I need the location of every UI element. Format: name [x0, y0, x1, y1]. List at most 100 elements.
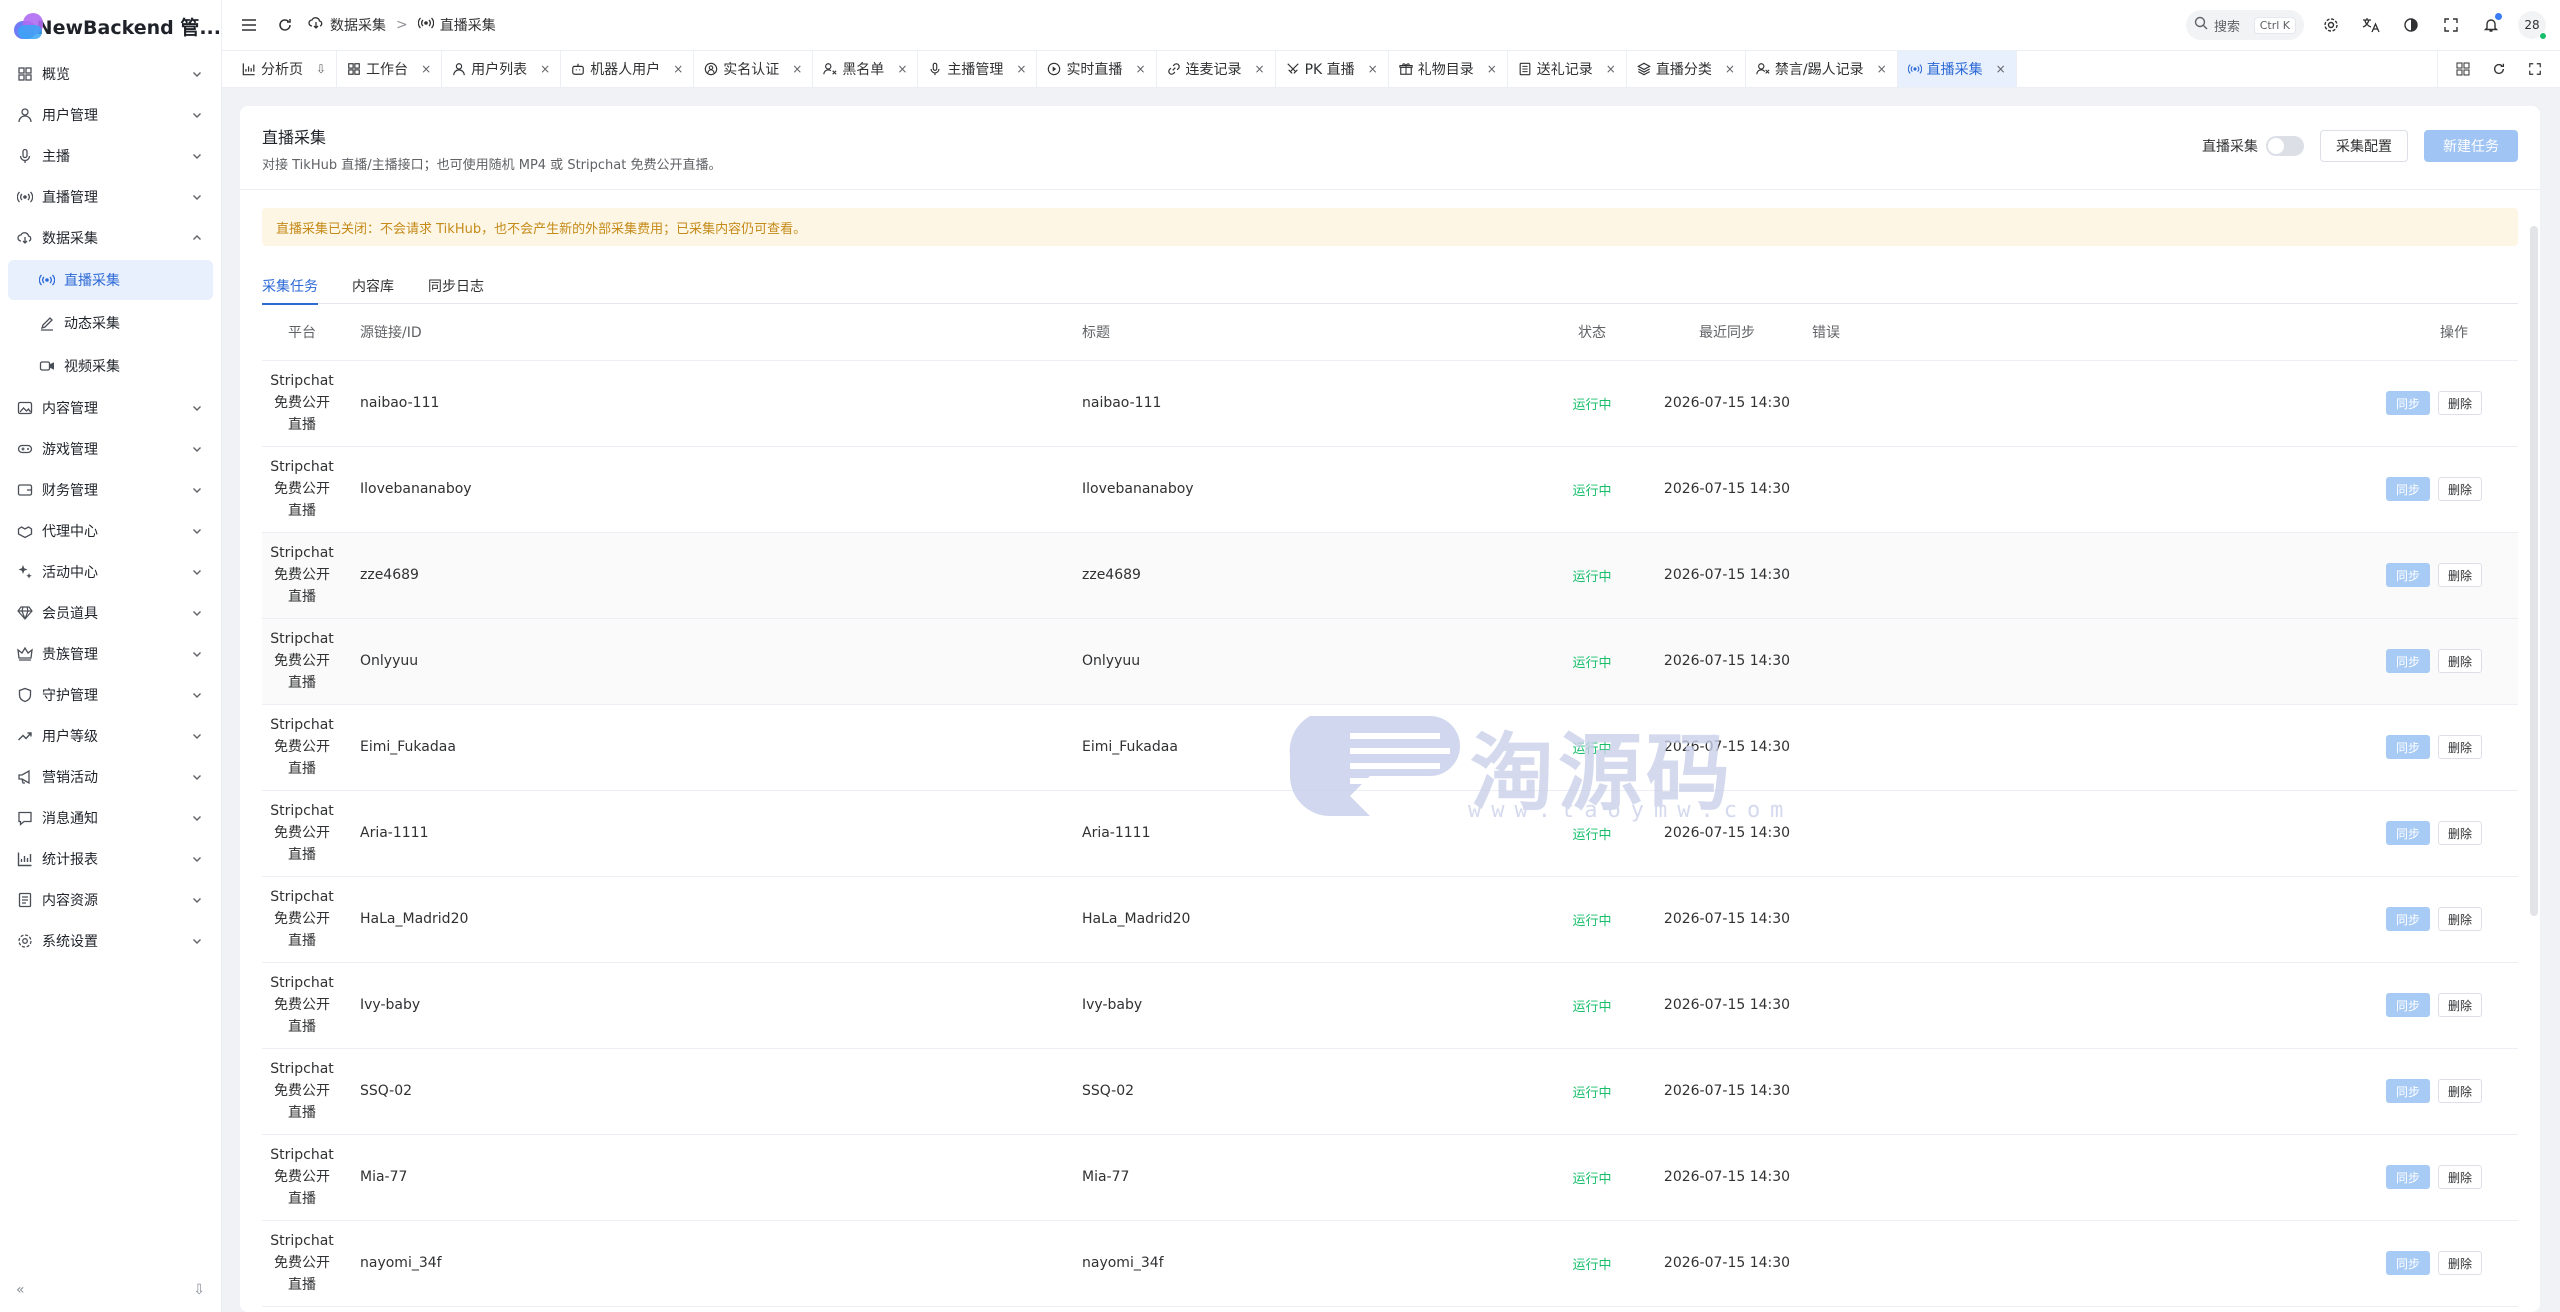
theme-icon[interactable]: [2398, 12, 2424, 38]
sidebar-item-2[interactable]: 主播: [8, 137, 213, 175]
sidebar-item-13[interactable]: 会员道具: [8, 594, 213, 632]
tab-collect-tasks[interactable]: 采集任务: [262, 268, 318, 305]
delete-button[interactable]: 删除: [2437, 735, 2482, 759]
breadcrumb-item-data-collect[interactable]: 数据采集: [330, 15, 386, 35]
open-tab-5[interactable]: 黑名单 ×: [813, 51, 919, 87]
sync-button[interactable]: 同步: [2385, 1251, 2430, 1275]
sidebar-item-6[interactable]: 动态采集: [8, 303, 213, 343]
cell-error: [1812, 618, 2112, 705]
tabs-maximize-icon[interactable]: [2522, 56, 2548, 82]
sidebar-item-4[interactable]: 数据采集: [8, 219, 213, 257]
sidebar-item-11[interactable]: 代理中心: [8, 512, 213, 550]
delete-button[interactable]: 删除: [2437, 1165, 2482, 1189]
open-tab-14[interactable]: 直播采集 ×: [1897, 51, 2017, 87]
open-tab-7[interactable]: 实时直播 ×: [1037, 51, 1157, 87]
open-tab-2[interactable]: 用户列表 ×: [442, 51, 562, 87]
collapse-sidebar-icon[interactable]: «: [16, 1282, 25, 1298]
sync-button[interactable]: 同步: [2385, 391, 2430, 415]
tab-content-library[interactable]: 内容库: [352, 268, 394, 304]
close-icon[interactable]: ×: [1996, 62, 2006, 76]
sidebar-item-21[interactable]: 系统设置: [8, 922, 213, 960]
delete-button[interactable]: 删除: [2437, 1251, 2482, 1275]
close-icon[interactable]: ×: [1135, 62, 1145, 76]
open-tab-6[interactable]: 主播管理 ×: [918, 51, 1038, 87]
tab-sync-log[interactable]: 同步日志: [428, 268, 484, 304]
tabs-refresh-icon[interactable]: [2486, 56, 2512, 82]
collect-config-button[interactable]: 采集配置: [2320, 130, 2408, 162]
delete-button[interactable]: 删除: [2437, 477, 2482, 501]
header-actions: 搜索 Ctrl K 28: [2186, 10, 2547, 40]
close-icon[interactable]: ×: [540, 62, 550, 76]
close-icon[interactable]: ×: [897, 62, 907, 76]
sidebar-item-20[interactable]: 内容资源: [8, 881, 213, 919]
notification-bell-icon[interactable]: [2478, 12, 2504, 38]
sidebar-item-3[interactable]: 直播管理: [8, 178, 213, 216]
open-tab-11[interactable]: 送礼记录 ×: [1508, 51, 1627, 87]
pin-sidebar-icon[interactable]: ⇩: [193, 1282, 205, 1298]
open-tab-9[interactable]: PK 直播 ×: [1276, 51, 1389, 87]
sidebar-item-1[interactable]: 用户管理: [8, 96, 213, 134]
open-tab-0[interactable]: 分析页 ⇩: [232, 51, 338, 87]
translate-icon[interactable]: [2358, 12, 2384, 38]
collect-toggle[interactable]: [2266, 136, 2304, 156]
global-search[interactable]: 搜索 Ctrl K: [2186, 10, 2304, 40]
delete-button[interactable]: 删除: [2437, 391, 2482, 415]
delete-button[interactable]: 删除: [2437, 1079, 2482, 1103]
sidebar-item-10[interactable]: 财务管理: [8, 471, 213, 509]
menu-toggle-icon[interactable]: [236, 12, 262, 38]
sidebar-item-12[interactable]: 活动中心: [8, 553, 213, 591]
new-task-button[interactable]: 新建任务: [2424, 130, 2518, 162]
close-icon[interactable]: ×: [1255, 62, 1265, 76]
sidebar-item-7[interactable]: 视频采集: [8, 346, 213, 386]
sync-button[interactable]: 同步: [2385, 1079, 2430, 1103]
open-tab-3[interactable]: 机器人用户 ×: [561, 51, 695, 87]
sidebar-item-8[interactable]: 内容管理: [8, 389, 213, 427]
sidebar-item-19[interactable]: 统计报表: [8, 840, 213, 878]
settings-icon[interactable]: [2318, 12, 2344, 38]
delete-button[interactable]: 删除: [2437, 563, 2482, 587]
delete-button[interactable]: 删除: [2437, 907, 2482, 931]
close-icon[interactable]: ×: [1368, 62, 1378, 76]
sync-button[interactable]: 同步: [2385, 563, 2430, 587]
refresh-icon[interactable]: [272, 12, 298, 38]
close-icon[interactable]: ×: [792, 62, 802, 76]
content-scrollbar[interactable]: [2530, 226, 2538, 916]
close-icon[interactable]: ×: [1606, 62, 1616, 76]
sync-button[interactable]: 同步: [2385, 649, 2430, 673]
sync-button[interactable]: 同步: [2385, 907, 2430, 931]
close-icon[interactable]: ×: [1016, 62, 1026, 76]
open-tab-1[interactable]: 工作台 ×: [337, 51, 443, 87]
open-tab-10[interactable]: 礼物目录 ×: [1389, 51, 1508, 87]
open-tab-8[interactable]: 连麦记录 ×: [1157, 51, 1276, 87]
close-icon[interactable]: ×: [421, 62, 431, 76]
open-tab-12[interactable]: 直播分类 ×: [1627, 51, 1746, 87]
open-tab-13[interactable]: 禁言/踢人记录 ×: [1746, 51, 1898, 87]
delete-button[interactable]: 删除: [2437, 821, 2482, 845]
open-tab-4[interactable]: 实名认证 ×: [694, 51, 814, 87]
sync-button[interactable]: 同步: [2385, 993, 2430, 1017]
sync-button[interactable]: 同步: [2385, 821, 2430, 845]
close-icon[interactable]: ×: [1877, 62, 1887, 76]
user-avatar[interactable]: 28: [2518, 11, 2547, 40]
sidebar-item-16[interactable]: 用户等级: [8, 717, 213, 755]
sync-button[interactable]: 同步: [2385, 477, 2430, 501]
sidebar-item-9[interactable]: 游戏管理: [8, 430, 213, 468]
sidebar-item-0[interactable]: 概览: [8, 55, 213, 93]
close-icon[interactable]: ×: [673, 62, 683, 76]
cell-error: [1812, 1134, 2112, 1221]
tabs-grid-icon[interactable]: [2450, 56, 2476, 82]
close-icon[interactable]: ×: [1487, 62, 1497, 76]
sidebar-item-17[interactable]: 营销活动: [8, 758, 213, 796]
sync-button[interactable]: 同步: [2385, 1165, 2430, 1189]
sidebar-item-14[interactable]: 贵族管理: [8, 635, 213, 673]
sidebar-item-5[interactable]: 直播采集: [8, 260, 213, 300]
sidebar-item-15[interactable]: 守护管理: [8, 676, 213, 714]
app-logo[interactable]: NewBackend 管...: [0, 0, 221, 52]
close-icon[interactable]: ×: [1725, 62, 1735, 76]
sync-button[interactable]: 同步: [2385, 735, 2430, 759]
pin-icon[interactable]: ⇩: [316, 62, 326, 76]
delete-button[interactable]: 删除: [2437, 993, 2482, 1017]
sidebar-item-18[interactable]: 消息通知: [8, 799, 213, 837]
delete-button[interactable]: 删除: [2437, 649, 2482, 673]
fullscreen-icon[interactable]: [2438, 12, 2464, 38]
